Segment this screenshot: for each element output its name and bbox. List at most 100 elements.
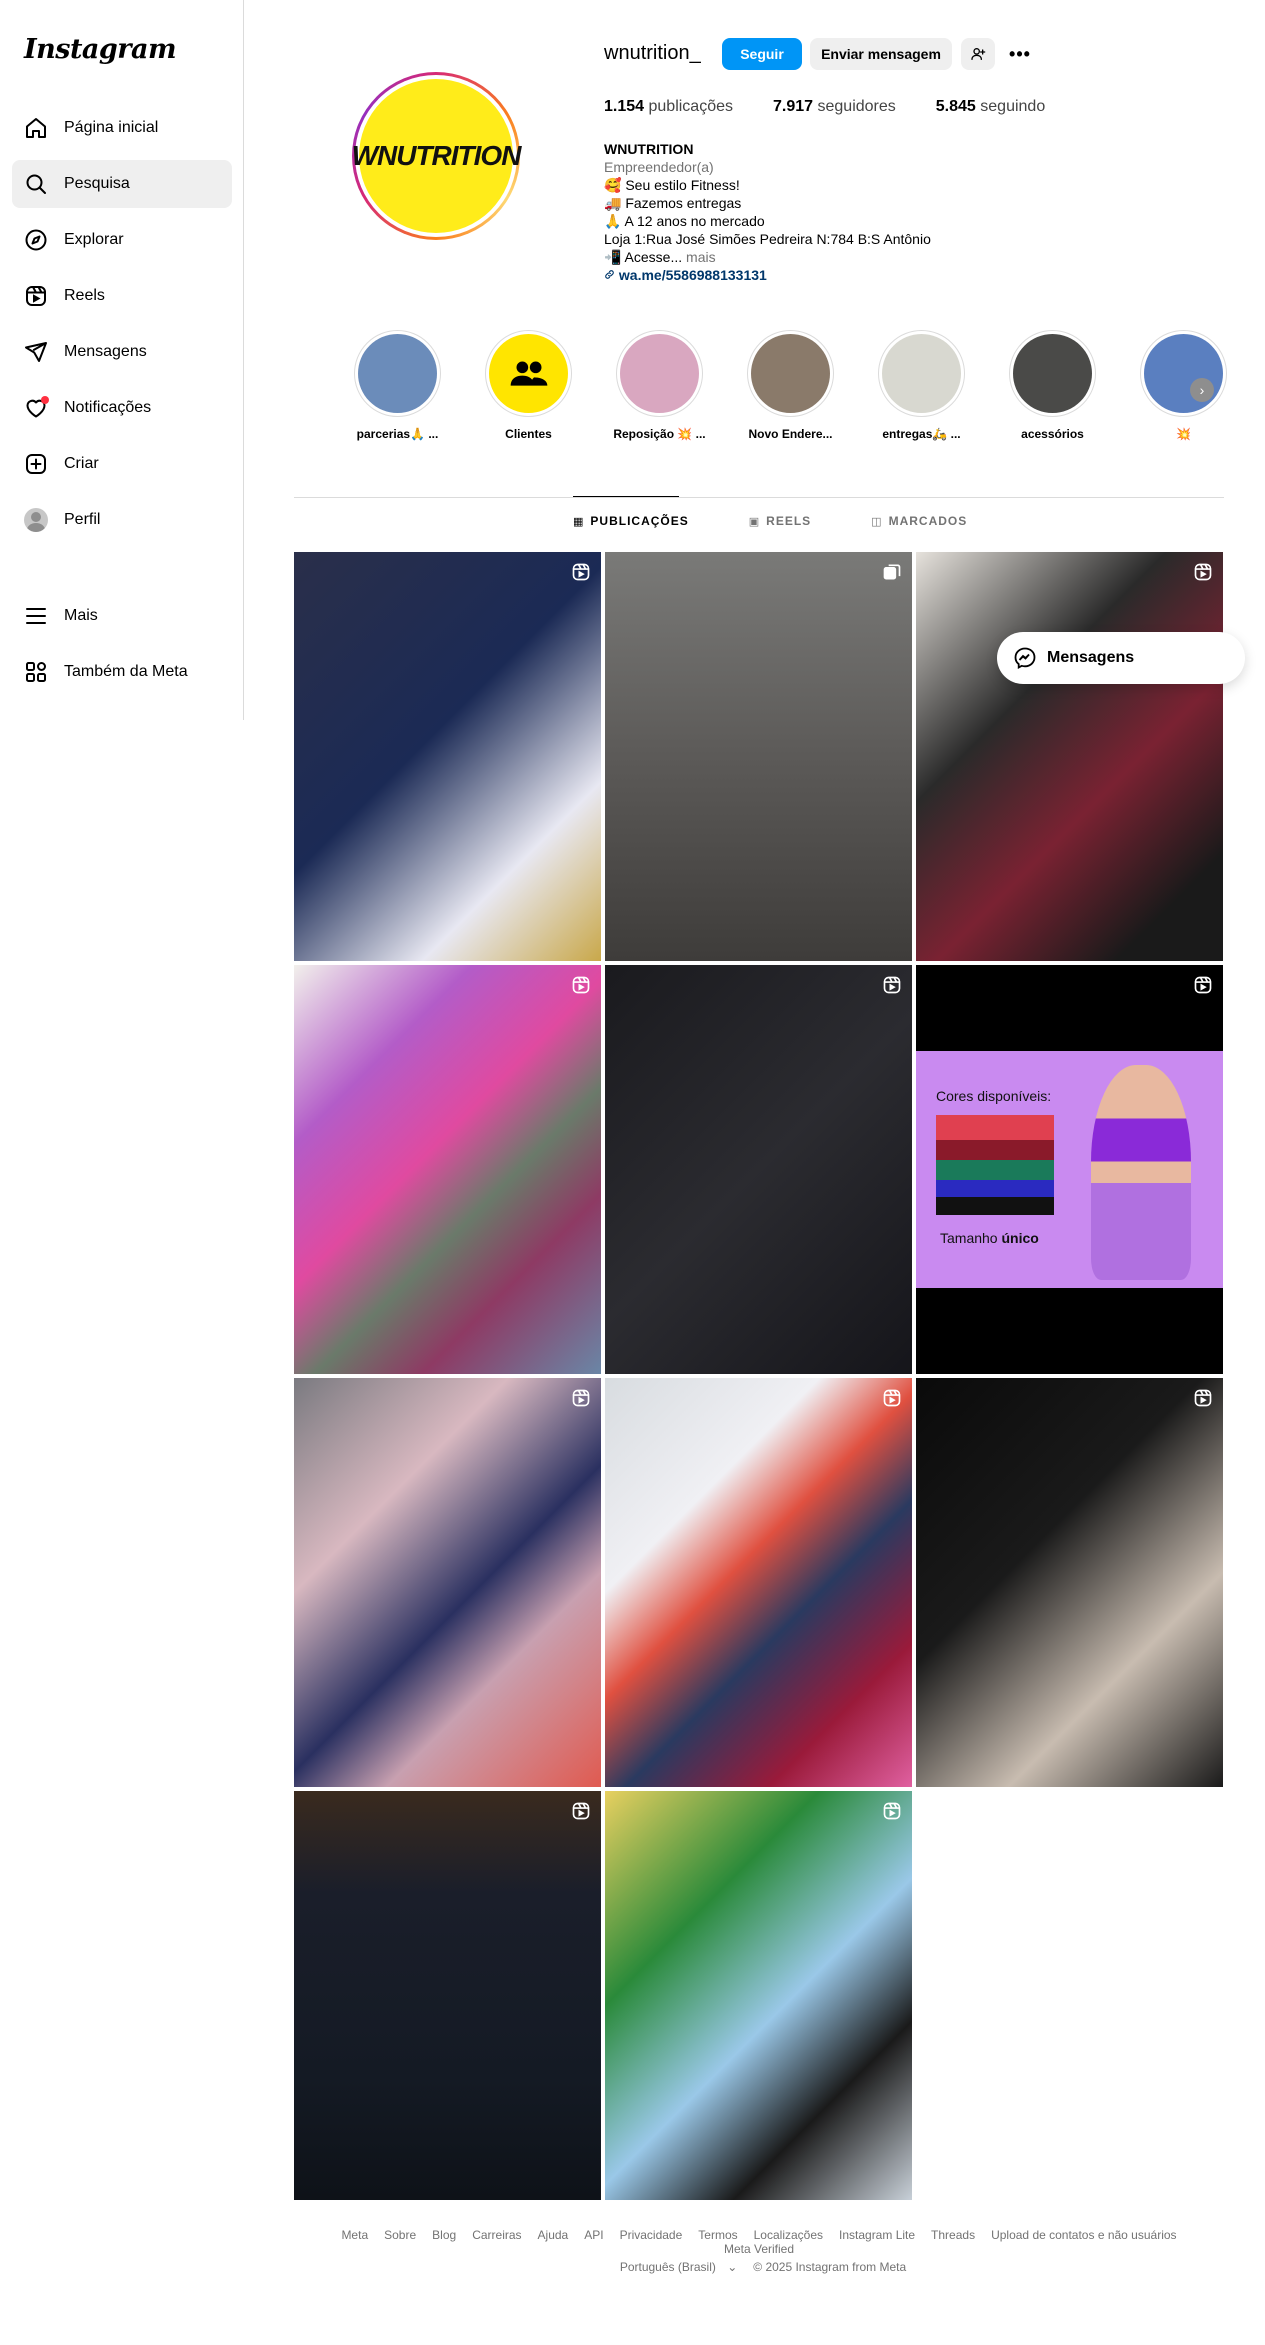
search-icon [24, 172, 48, 196]
sidebar-bottom-nav: Mais Também da Meta [12, 592, 232, 704]
sidebar-item-home[interactable]: Página inicial [12, 104, 232, 152]
bio-line: 🚚 Fazemos entregas [604, 195, 742, 211]
messages-floating-button[interactable]: Mensagens [997, 632, 1245, 684]
highlight-image [358, 334, 437, 413]
footer-link[interactable]: Sobre [384, 2228, 416, 2242]
sidebar-item-label: Explorar [64, 231, 124, 248]
highlight-item[interactable]: entregas🛵 ... [856, 330, 987, 441]
notification-dot [41, 396, 49, 404]
highlight-label: parcerias🙏 ... [356, 427, 439, 441]
highlight-item[interactable]: Reposição 💥 ... [594, 330, 725, 441]
highlight-image [620, 334, 699, 413]
highlight-image [489, 334, 568, 413]
reel-indicator-icon [882, 975, 902, 995]
profile-username: wnutrition_ [604, 42, 701, 64]
post-tile[interactable] [294, 552, 601, 961]
tab-reels[interactable]: ▣ REELS [749, 514, 811, 528]
messages-label: Mensagens [1047, 649, 1135, 666]
profile-stats: 1.154 publicações 7.917 seguidores 5.845… [604, 98, 1085, 116]
post-tile[interactable] [916, 552, 1223, 961]
highlight-label: entregas🛵 ... [882, 427, 961, 441]
following-count[interactable]: 5.845 seguindo [936, 98, 1045, 116]
footer-link[interactable]: Carreiras [472, 2228, 521, 2242]
reel-indicator-icon [882, 1801, 902, 1821]
post-model-figure [1091, 1065, 1191, 1280]
sidebar-item-label: Pesquisa [64, 175, 130, 192]
footer-link[interactable]: Meta Verified [724, 2242, 794, 2256]
send-message-button[interactable]: Enviar mensagem [810, 38, 952, 70]
carousel-icon [882, 562, 902, 582]
sidebar-nav: Página inicial Pesquisa Explorar Reels M… [12, 104, 232, 552]
sidebar-item-messages[interactable]: Mensagens [12, 328, 232, 376]
post-tile[interactable] [916, 1378, 1223, 1787]
copyright: © 2025 Instagram from Meta [753, 2260, 907, 2274]
highlight-item[interactable]: parcerias🙏 ... [332, 330, 463, 441]
sidebar-item-explore[interactable]: Explorar [12, 216, 232, 264]
sidebar-item-label: Perfil [64, 511, 101, 528]
bio-line: 📲 Acesse... mais [604, 249, 716, 265]
bio-more-link[interactable]: mais [682, 249, 716, 265]
follow-button[interactable]: Seguir [722, 38, 802, 70]
reel-indicator-icon [571, 975, 591, 995]
footer-link[interactable]: Threads [931, 2228, 975, 2242]
post-tile[interactable]: Cores disponíveis: Tamanho único [916, 965, 1223, 1374]
apps-icon [24, 660, 48, 684]
tab-divider [294, 497, 1224, 498]
footer-link[interactable]: API [584, 2228, 603, 2242]
profile-logo-text: WNUTRITION [351, 140, 522, 171]
sidebar-item-label: Criar [64, 455, 99, 472]
avatar [24, 508, 48, 532]
post-tile[interactable] [605, 965, 912, 1374]
post-tile[interactable] [605, 1791, 912, 2200]
posts-count: 1.154 publicações [604, 98, 733, 115]
followers-count[interactable]: 7.917 seguidores [773, 98, 896, 116]
sidebar-item-profile[interactable]: Perfil [12, 496, 232, 544]
people-icon [510, 361, 547, 386]
send-icon [24, 340, 48, 364]
profile-picture[interactable]: WNUTRITION [351, 72, 522, 240]
footer-link[interactable]: Blog [432, 2228, 456, 2242]
highlights-next-button[interactable]: › [1190, 378, 1214, 402]
highlight-item[interactable]: 💥 [1118, 330, 1249, 441]
post-color-swatches [936, 1115, 1054, 1215]
highlight-item[interactable]: acessórios [987, 330, 1118, 441]
story-highlights: parcerias🙏 ... Clientes Reposição 💥 ... … [332, 330, 1249, 441]
suggested-accounts-button[interactable] [961, 38, 995, 70]
highlight-label: Reposição 💥 ... [613, 427, 706, 441]
post-tile[interactable] [605, 1378, 912, 1787]
tagged-icon: ◫ [871, 515, 883, 528]
highlight-item[interactable]: Novo Endere... [725, 330, 856, 441]
footer-link[interactable]: Upload de contatos e não usuários [991, 2228, 1176, 2242]
sidebar-item-meta[interactable]: Também da Meta [12, 648, 232, 696]
post-overlay-text: Tamanho único [940, 1230, 1039, 1246]
sidebar-item-more[interactable]: Mais [12, 592, 232, 640]
post-tile[interactable] [294, 1791, 601, 2200]
posts-grid: Cores disponíveis: Tamanho único [294, 552, 1223, 2200]
footer-link[interactable]: Privacidade [620, 2228, 683, 2242]
highlight-item[interactable]: Clientes [463, 330, 594, 441]
sidebar-item-notifications[interactable]: Notificações [12, 384, 232, 432]
language-select[interactable]: Português (Brasil) ⌄ [612, 2260, 737, 2274]
sidebar-item-create[interactable]: Criar [12, 440, 232, 488]
compass-icon [24, 228, 48, 252]
footer-link[interactable]: Termos [698, 2228, 737, 2242]
sidebar-item-search[interactable]: Pesquisa [12, 160, 232, 208]
highlight-image [882, 334, 961, 413]
bio-category: Empreendedor(a) [604, 159, 714, 175]
sidebar-item-reels[interactable]: Reels [12, 272, 232, 320]
footer-link[interactable]: Ajuda [538, 2228, 569, 2242]
footer-link[interactable]: Localizações [754, 2228, 823, 2242]
post-tile[interactable] [605, 552, 912, 961]
footer-link[interactable]: Instagram Lite [839, 2228, 915, 2242]
reel-indicator-icon [1193, 1388, 1213, 1408]
tab-tagged[interactable]: ◫ MARCADOS [871, 514, 967, 528]
footer-link[interactable]: Meta [341, 2228, 368, 2242]
instagram-logo[interactable]: Instagram [24, 34, 177, 65]
bio-link[interactable]: wa.me/5586988133131 [604, 266, 1024, 284]
more-options-button[interactable]: ••• [1004, 38, 1036, 70]
post-tile[interactable] [294, 965, 601, 1374]
bio-line: 🙏 A 12 anos no mercado [604, 213, 765, 229]
tab-posts[interactable]: ▦ PUBLICAÇÕES [573, 514, 689, 528]
bio-line: Loja 1:Rua José Simões Pedreira N:784 B:… [604, 231, 931, 247]
post-tile[interactable] [294, 1378, 601, 1787]
